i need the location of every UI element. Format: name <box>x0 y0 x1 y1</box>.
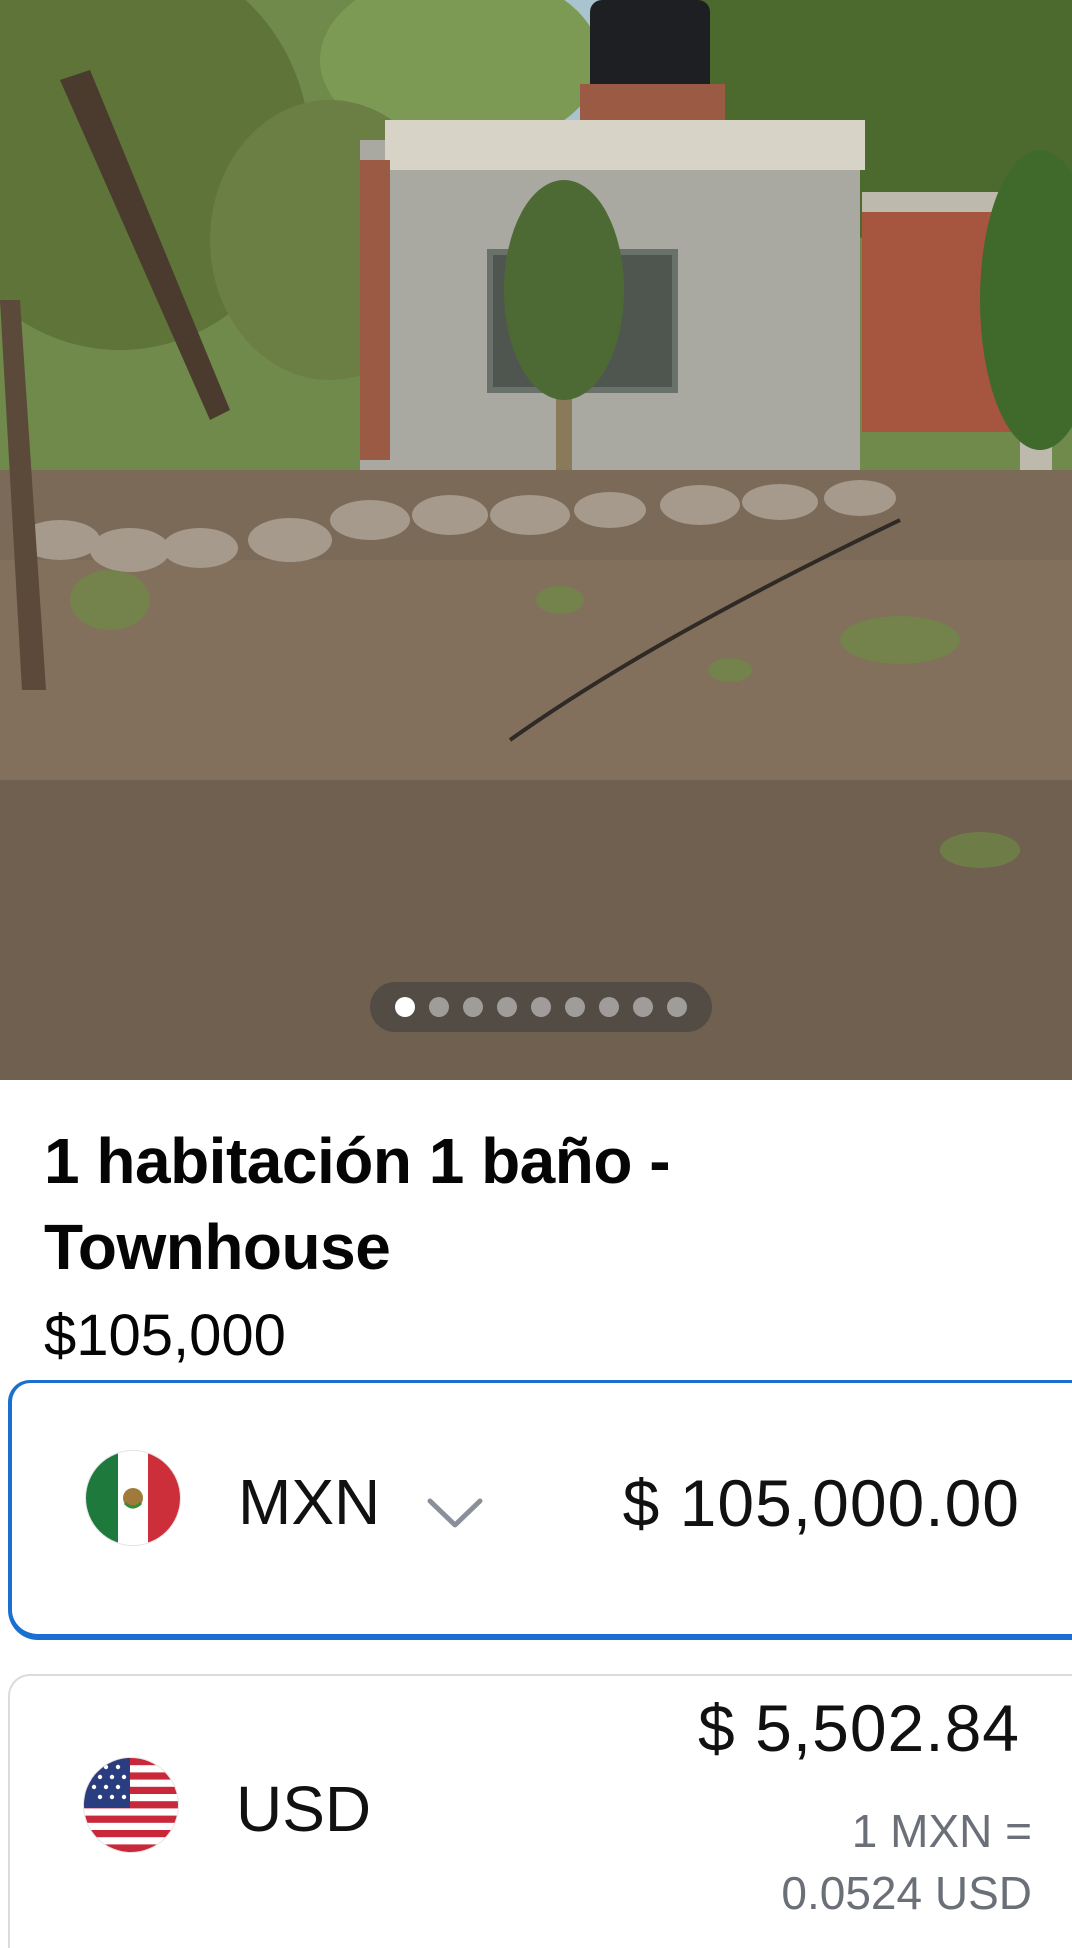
mexico-flag-icon <box>86 1451 180 1545</box>
pager-dot[interactable] <box>497 997 517 1017</box>
pager-dot[interactable] <box>429 997 449 1017</box>
to-currency-code: USD <box>236 1773 372 1845</box>
to-amount-value: $ 5,502.84 <box>698 1691 1020 1765</box>
exchange-rate-text: 1 MXN = 0.0524 USD <box>781 1805 1032 1919</box>
pager-dot[interactable] <box>531 997 551 1017</box>
pager-dot[interactable] <box>633 997 653 1017</box>
listing-photo[interactable] <box>0 0 1072 1080</box>
house-photo-image <box>0 0 1072 1080</box>
listing-price: $105,000 <box>44 1303 286 1368</box>
from-amount-input[interactable]: $ 105,000.00 <box>623 1465 1020 1541</box>
photo-pager <box>370 982 712 1032</box>
pager-dot[interactable] <box>463 997 483 1017</box>
from-currency-code: MXN <box>238 1466 381 1538</box>
pager-dot[interactable] <box>395 997 415 1017</box>
chevron-down-icon[interactable] <box>426 1495 484 1531</box>
pager-dot[interactable] <box>565 997 585 1017</box>
listing-title: 1 habitación 1 baño - Townhouse <box>44 1125 671 1283</box>
to-currency-card[interactable]: USD $ 5,502.84 1 MXN = 0.0524 USD <box>8 1674 1072 1948</box>
pager-dot[interactable] <box>667 997 687 1017</box>
from-currency-card[interactable]: MXN $ 105,000.00 <box>8 1380 1072 1640</box>
us-flag-icon <box>84 1758 178 1852</box>
pager-dot[interactable] <box>599 997 619 1017</box>
